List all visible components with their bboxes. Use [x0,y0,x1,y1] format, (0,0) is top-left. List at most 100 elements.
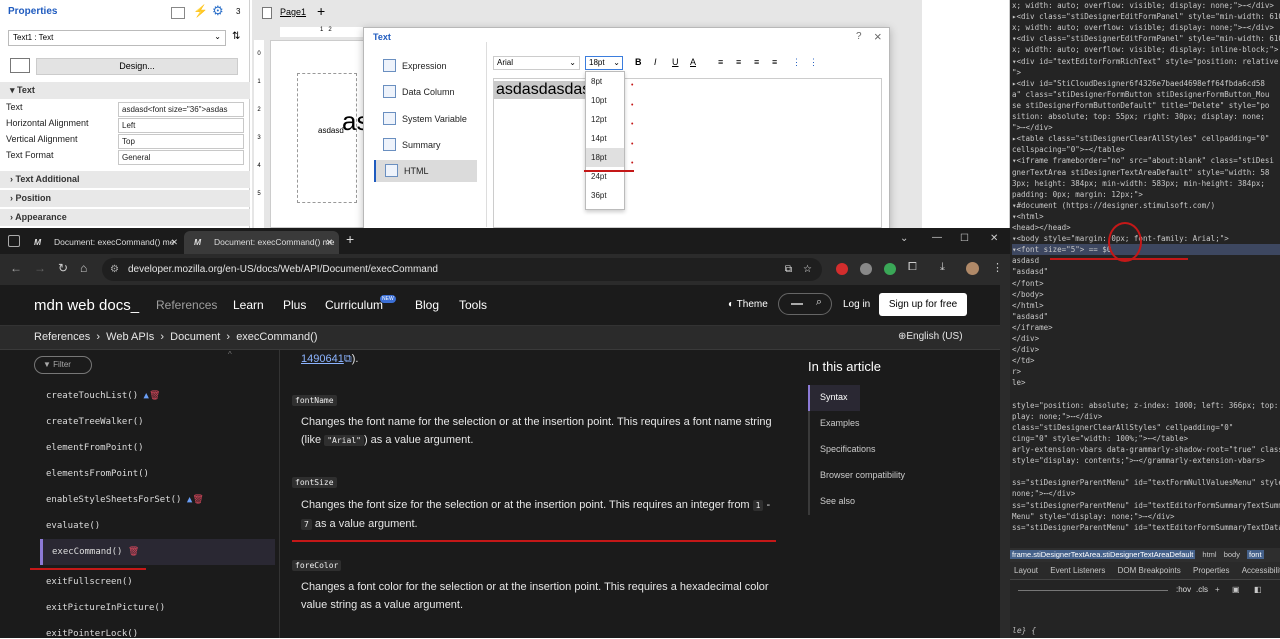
signup-button[interactable]: Sign up for free [879,293,967,316]
sidebar-toggle-icon[interactable]: ◧ [1254,581,1262,599]
bold-button[interactable]: B [635,57,642,67]
install-icon[interactable]: ⧉ [785,258,792,281]
window-close-icon[interactable]: ✕ [990,233,998,244]
dom-node-line[interactable]: ss="stiDesignerParentMenu" id="textEdito… [1012,500,1280,511]
toc-item[interactable]: Specifications [820,444,876,454]
dom-node-line[interactable]: ▾<div class="stiDesignerEditFormPanel" s… [1012,33,1280,44]
toc-item[interactable]: See also [820,496,855,506]
cls-button[interactable]: .cls [1196,581,1208,599]
bug-link[interactable]: 1490641 [301,353,344,365]
prop-value-text[interactable]: asdasd<font size="36">asdas [118,102,244,117]
dom-node-line[interactable]: se stiDesignerFormButtonDefault" title="… [1012,100,1269,111]
minimize-icon[interactable]: — [932,232,942,243]
close-icon[interactable]: ✕ [171,231,178,254]
tab-accessibility[interactable]: Accessibility [1242,566,1280,575]
dom-path-item[interactable]: html [1202,550,1216,559]
dom-node-line[interactable]: ▸<div id="StiCloudDesigner6f4326e7baed46… [1012,78,1265,89]
dom-node-line[interactable]: none;">⋯</div> [1012,488,1075,499]
sidebar-item-current[interactable]: execCommand() 🗑 [52,547,139,557]
dom-node-line[interactable]: </iframe> [1012,322,1053,333]
dom-node-line[interactable]: </html> [1012,300,1044,311]
nav-tools[interactable]: Tools [459,298,487,312]
html-editor-area[interactable]: asdasdasdas [493,78,882,228]
dom-node-line[interactable]: </font> [1012,278,1044,289]
dom-node-line[interactable]: style="display: contents;">⋯</grammarly-… [1012,455,1265,466]
text-editor-icon[interactable] [10,58,30,73]
dom-node-line[interactable]: sition: absolute; top: 55px; right: 30px… [1012,111,1265,122]
sidebar-item[interactable]: evaluate() [46,521,100,531]
dom-node-line[interactable]: ▾<iframe frameborder="no" src="about:bla… [1012,155,1274,166]
size-option[interactable]: 12pt [586,110,624,129]
size-option-selected[interactable]: 18pt [586,148,624,167]
language-select[interactable]: ⊕English (US) [898,331,963,342]
report-page[interactable]: asdasd as [270,40,369,228]
close-icon[interactable]: ✕ [326,231,333,254]
login-link[interactable]: Log in [843,299,870,310]
size-option[interactable]: 14pt [586,129,624,148]
sidebar-item[interactable]: exitFullscreen() [46,577,133,587]
dialog-item-expression[interactable]: Expression [374,55,477,77]
home-icon[interactable]: ⌂ [80,261,87,275]
section-position[interactable]: › Position [0,190,250,207]
prop-value-halign[interactable]: Left [118,118,244,133]
dom-node-line[interactable]: ▾<font size="5"> == $0 [1012,244,1280,256]
bookmark-star-icon[interactable]: ☆ [803,258,812,281]
dom-node-line[interactable]: </div> [1012,344,1039,355]
nav-plus[interactable]: Plus [283,298,306,312]
prop-value-valign[interactable]: Top [118,134,244,149]
dialog-item-html[interactable]: HTML [374,160,477,182]
text-component[interactable]: asdasd as [297,73,369,203]
dom-node-line[interactable]: ss="stiDesignerParentMenu" id="textEdito… [1012,522,1280,533]
tab-search-icon[interactable] [8,235,20,247]
extension-icon[interactable] [836,263,848,275]
sidebar-filter-input[interactable]: ▼ Filter [34,356,92,374]
dom-node-line[interactable]: gnerTextArea stiDesignerTextAreaDefault"… [1012,167,1269,178]
dom-node-line[interactable]: </div> [1012,333,1039,344]
add-page-button[interactable]: + [317,3,325,19]
dialog-item-summary[interactable]: Summary [374,134,477,156]
page-tab[interactable]: Page1 [280,7,306,17]
tab-event-listeners[interactable]: Event Listeners [1050,566,1105,575]
dom-node-line[interactable]: le> [1012,377,1026,388]
dom-node-line[interactable]: ▾<div id="textEditorFormRichText" style=… [1012,56,1280,67]
sidebar-item[interactable]: exitPictureInPicture() [46,603,165,613]
nav-curriculum[interactable]: Curriculum [325,298,383,312]
extensions-puzzle-icon[interactable]: ⧠ [908,261,917,274]
tab-properties[interactable]: Properties [1193,566,1229,575]
dom-node-line[interactable]: class="stiDesignerClearAllStyles" cellpa… [1012,422,1233,433]
dialog-item-system-variable[interactable]: System Variable [374,108,477,130]
design-button[interactable]: Design... [36,58,238,75]
browser-tab-active[interactable]: M Document: execCommand() me ✕ [184,231,339,254]
indent-icon[interactable]: ⋮ [809,57,818,68]
dom-node-line[interactable]: 3px; height: 384px; min-width: 583px; mi… [1012,178,1265,189]
dom-node-line[interactable]: </td> [1012,355,1035,366]
font-size-select[interactable]: 18pt ⌄ [585,56,623,70]
align-left-icon[interactable]: ≡ [718,57,723,67]
dom-node-line[interactable]: x; width: auto; overflow: visible; displ… [1012,44,1278,55]
dom-node-line[interactable]: style="position: absolute; z-index: 1000… [1012,400,1280,411]
mdn-logo[interactable]: mdn web docs_ [34,297,139,314]
breadcrumb-item[interactable]: execCommand() [236,331,317,343]
tab-layout[interactable]: Layout [1014,566,1038,575]
prop-value-format[interactable]: General [118,150,244,165]
nav-blog[interactable]: Blog [415,298,439,312]
collapse-icon[interactable]: ^ [228,350,232,359]
size-option[interactable]: 10pt [586,91,624,110]
size-option[interactable]: 36pt [586,186,624,205]
dialog-item-data-column[interactable]: Data Column [374,81,477,103]
dom-node-line[interactable]: play: none;">⋯</div> [1012,411,1102,422]
nav-learn[interactable]: Learn [233,298,264,312]
dom-node-line[interactable]: ▾<html> [1012,211,1044,222]
browser-tab[interactable]: M Document: execCommand() me ✕ [24,231,184,254]
size-option[interactable]: 8pt [586,72,624,91]
tab-dom-breakpoints[interactable]: DOM Breakpoints [1118,566,1181,575]
breadcrumb-item[interactable]: References [34,331,90,343]
font-color-button[interactable]: A [690,57,696,67]
dom-node-line[interactable]: ss="stiDesignerParentMenu" id="textFormN… [1012,477,1280,488]
dom-node-line[interactable]: x; width: auto; overflow: visible; displ… [1012,22,1274,33]
align-center-icon[interactable]: ≡ [736,57,741,67]
breadcrumb-item[interactable]: Web APIs [106,331,154,343]
lightning-icon[interactable]: ⚡ [193,4,208,18]
align-right-icon[interactable]: ≡ [754,57,759,67]
sidebar-item[interactable]: createTouchList() ▲🗑 [46,391,160,401]
